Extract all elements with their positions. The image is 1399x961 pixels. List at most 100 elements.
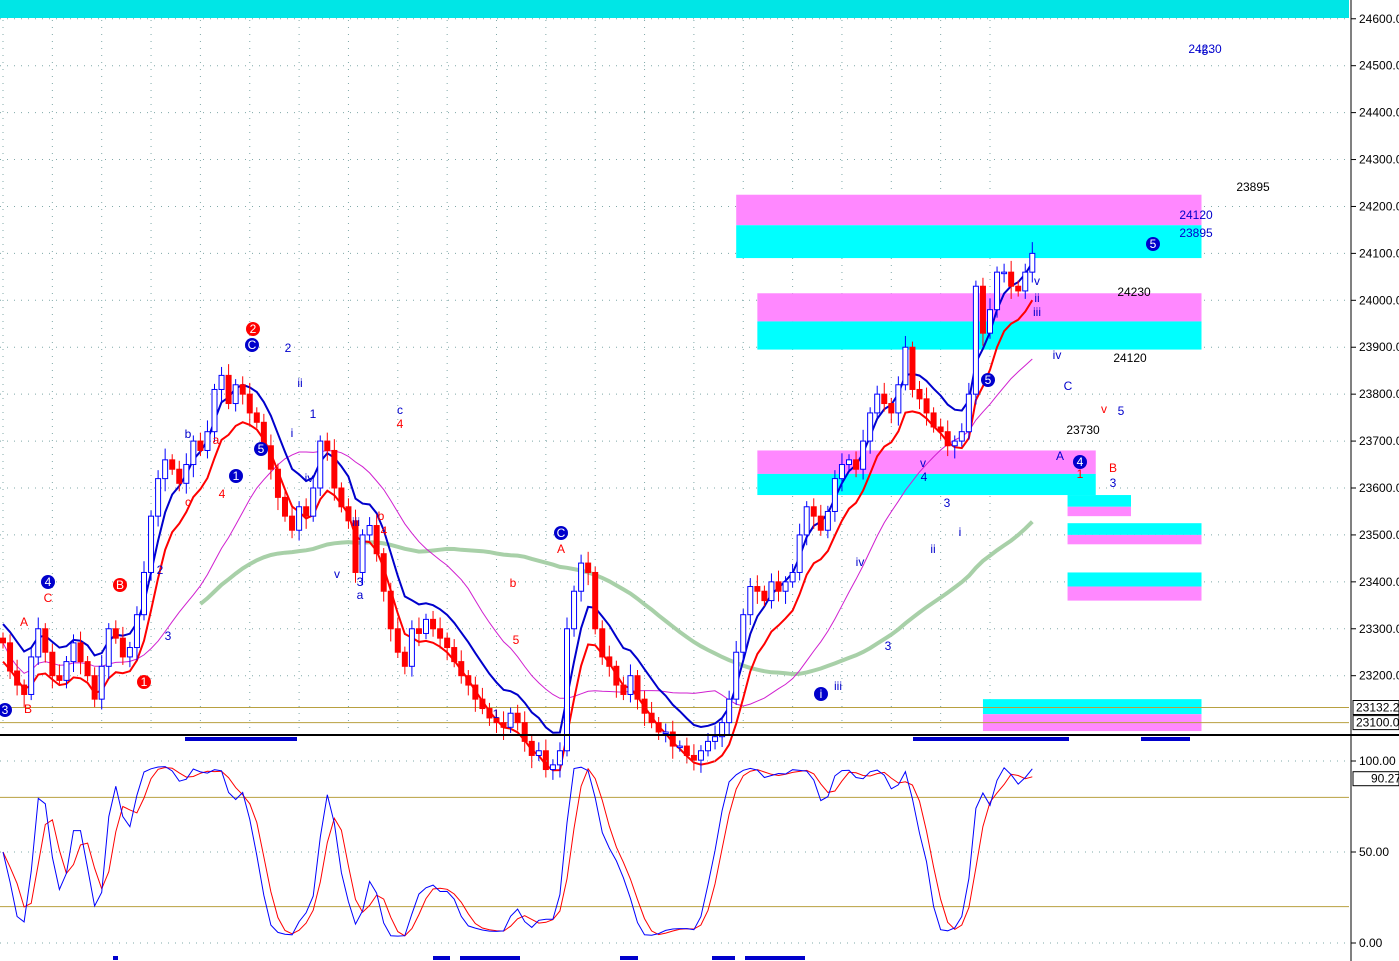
wave-label: 1 [493, 707, 500, 721]
wave-label: B [1109, 461, 1117, 475]
candle-up [126, 647, 133, 658]
candle-up [211, 388, 218, 433]
price-tick-label: 23500.00 [1359, 528, 1399, 542]
wave-label: B [116, 578, 124, 592]
candle-down [451, 647, 458, 663]
candle-down [592, 571, 599, 630]
wave-label: 5 [1150, 237, 1157, 251]
marker-label: -5- [1198, 44, 1213, 58]
wave-label: C [557, 526, 566, 540]
candle-up [838, 464, 845, 480]
candle-down [514, 712, 521, 724]
candle-down [14, 670, 21, 686]
candle-up [317, 440, 324, 489]
candle-up [958, 431, 965, 442]
wave-label: c [397, 403, 403, 417]
wave-label: A [1056, 449, 1064, 463]
wave-label: v [334, 567, 340, 581]
candle-down [937, 426, 944, 433]
wave-label: 3 [2, 703, 9, 717]
wave-label: 3 [357, 575, 364, 589]
candle-up [232, 384, 239, 405]
candle-down [613, 665, 620, 686]
zone-magenta [1067, 586, 1202, 601]
wave-label: b [185, 427, 192, 441]
candle-up [162, 459, 169, 480]
zone-cyan [736, 225, 1202, 259]
zone-cyan [1067, 523, 1202, 535]
wave-label: c [185, 495, 191, 509]
candle-down [267, 445, 274, 470]
candle-down [176, 468, 183, 484]
candle-down [197, 440, 204, 451]
candle-down [21, 684, 28, 695]
wave-label: 3 [165, 629, 172, 643]
osc-value-tag: 90.27 [1371, 772, 1399, 786]
candle-up [951, 440, 958, 447]
price-tick-label: 23200.00 [1359, 669, 1399, 683]
candle-up [782, 581, 789, 592]
candle-down [401, 651, 408, 667]
candle-down [775, 581, 782, 592]
wave-label: 23895 [1179, 226, 1213, 240]
candle-down [303, 506, 310, 517]
signal-bar [433, 956, 450, 960]
wave-label: iv [1053, 348, 1062, 362]
candle-down [345, 506, 352, 522]
candle-down [458, 661, 465, 677]
price-level-label: 23895 [1236, 180, 1270, 194]
osc-tick-label: 0.00 [1359, 936, 1383, 950]
candle-up [578, 562, 585, 592]
candle-up [824, 510, 831, 531]
candle-up [408, 628, 415, 667]
candle-up [310, 487, 317, 517]
wave-label: C [248, 338, 257, 352]
candle-down [500, 722, 507, 728]
candle-down [1015, 285, 1022, 292]
candle-down [472, 684, 479, 700]
price-level-label: 24120 [1113, 351, 1147, 365]
candle-up [994, 271, 1001, 311]
candle-down [239, 384, 246, 395]
candle-down [606, 656, 613, 667]
candle-up [141, 571, 147, 616]
chart-background [0, 0, 1399, 961]
candle-up [747, 586, 754, 616]
candle-down [853, 459, 860, 470]
wave-label: iii [352, 515, 360, 529]
wave-label: ii [1034, 291, 1039, 305]
price-tick-label: 24500.00 [1359, 59, 1399, 73]
wave-label: iv [305, 471, 314, 485]
candle-down [465, 675, 472, 686]
candle-up [423, 618, 429, 634]
candle-up [183, 464, 190, 484]
candle-down [373, 525, 380, 555]
candle-up [63, 661, 70, 681]
candle-up [860, 440, 867, 470]
zone-magenta [736, 194, 1202, 226]
candle-up [697, 750, 704, 761]
price-tick-label: 24400.00 [1359, 106, 1399, 120]
candle-up [965, 393, 972, 433]
wave-label: A [20, 615, 28, 629]
candle-down [909, 346, 916, 390]
wave-label: C [1064, 379, 1073, 393]
candle-up [366, 525, 373, 536]
candle-down [599, 628, 606, 658]
price-tag: 23132.2 [1356, 701, 1399, 715]
wave-label: 4 [45, 575, 52, 589]
candle-up [549, 764, 556, 771]
candle-up [902, 346, 909, 386]
candle-up [204, 431, 211, 451]
candle-up [705, 740, 711, 752]
signal-bar [113, 956, 118, 960]
candle-down [225, 374, 232, 405]
zone-cyan [1067, 572, 1202, 587]
signal-bar [745, 956, 805, 960]
candle-down [112, 628, 119, 639]
candle-up [789, 571, 796, 583]
wave-label: 4 [381, 524, 388, 538]
zone-magenta [1067, 534, 1202, 545]
signal-bar [913, 737, 1069, 741]
wave-label: i [959, 525, 962, 539]
